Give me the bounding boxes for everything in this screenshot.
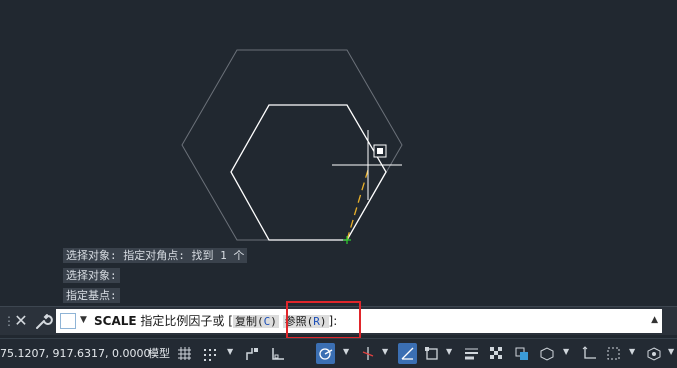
wrench-icon[interactable] <box>33 311 53 331</box>
base-point-marker <box>343 236 351 244</box>
selection-cycling-icon[interactable] <box>512 343 531 364</box>
history-line-2: 选择对象: <box>63 268 120 283</box>
chevron-down-icon[interactable]: ▼ <box>563 347 569 356</box>
model-tab[interactable]: 模型 <box>146 343 172 364</box>
snap-icon[interactable] <box>200 343 219 364</box>
isodraft-icon[interactable] <box>359 343 378 364</box>
history-line-1: 选择对象: 指定对角点: 找到 1 个 <box>63 248 248 263</box>
transparency-icon[interactable] <box>487 343 506 364</box>
chevron-down-icon[interactable]: ▼ <box>80 315 87 325</box>
option-copy[interactable]: 复制(C) <box>232 315 279 328</box>
chevron-up-icon[interactable]: ▲ <box>651 315 658 325</box>
reference-line <box>346 169 369 241</box>
scaled-hexagon <box>230 104 387 241</box>
command-prompt: 指定比例因子或 <box>140 314 225 328</box>
chevron-down-icon[interactable]: ▼ <box>343 347 349 356</box>
chevron-down-icon[interactable]: ▼ <box>382 347 388 356</box>
lineweight-icon[interactable] <box>462 343 481 364</box>
outer-hexagon <box>181 49 403 241</box>
chevron-down-icon[interactable]: ▼ <box>629 347 635 356</box>
infer-constraints-icon[interactable] <box>243 343 262 364</box>
selection-filter-icon[interactable] <box>604 343 623 364</box>
recent-commands-icon[interactable] <box>60 313 76 329</box>
status-bar: 75.1207, 917.6317, 0.0000 模型 ▼ ▼ ▼ ▼ ▼ ▼… <box>0 338 677 368</box>
chevron-down-icon[interactable]: ▼ <box>668 347 674 356</box>
grip-handle[interactable]: ⋮ <box>3 312 15 330</box>
highlight-box <box>286 301 361 339</box>
coordinate-readout: 75.1207, 917.6317, 0.0000 <box>0 347 151 360</box>
object-snap-icon[interactable] <box>422 343 441 364</box>
ortho-icon[interactable] <box>268 343 287 364</box>
polar-tracking-icon[interactable] <box>316 343 335 364</box>
object-snap-tracking-icon[interactable] <box>398 343 417 364</box>
gizmo-icon[interactable] <box>645 343 664 364</box>
grid-icon[interactable] <box>175 343 194 364</box>
command-name: SCALE <box>94 314 137 328</box>
chevron-down-icon[interactable]: ▼ <box>446 347 452 356</box>
chevron-down-icon[interactable]: ▼ <box>227 347 233 356</box>
history-line-3: 指定基点: <box>63 288 120 303</box>
dynamic-ucs-icon[interactable] <box>580 343 599 364</box>
3d-object-snap-icon[interactable] <box>537 343 556 364</box>
close-icon[interactable]: ✕ <box>13 310 29 332</box>
